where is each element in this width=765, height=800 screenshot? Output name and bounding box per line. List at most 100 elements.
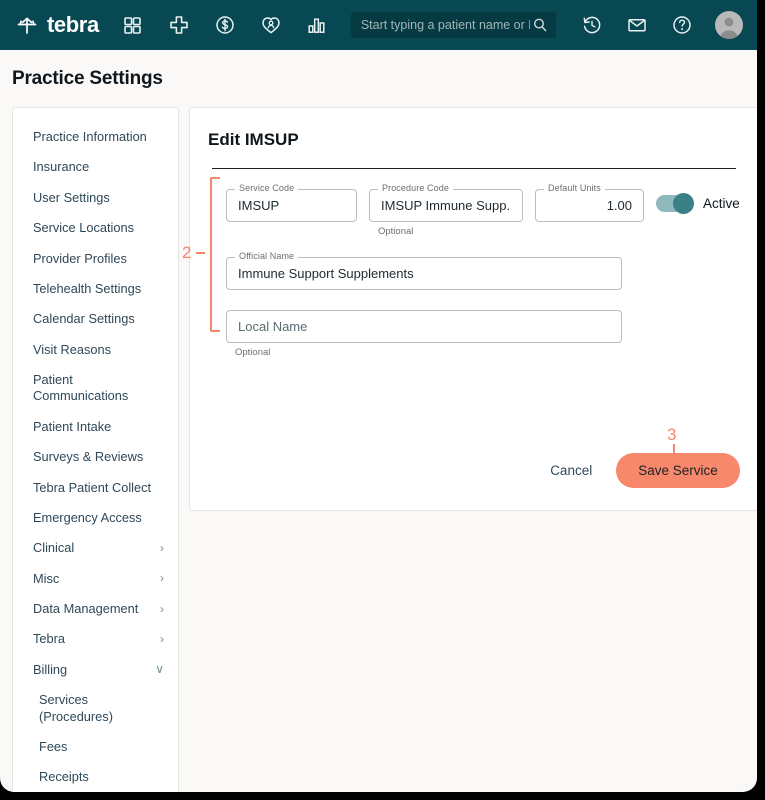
form-actions: Cancel Save Service (548, 453, 740, 488)
sidebar-item-label: Misc (33, 570, 60, 586)
apps-grid-icon[interactable] (121, 13, 145, 37)
annotation-3-leader (673, 444, 675, 461)
service-code-input[interactable] (236, 197, 347, 214)
top-navigation-bar: tebra (0, 0, 757, 50)
official-name-row: Official Name (226, 252, 740, 290)
official-name-input[interactable] (236, 265, 612, 282)
procedure-code-input[interactable] (379, 197, 513, 214)
chevron-down-icon[interactable]: ∨ (155, 662, 164, 677)
sidebar-item-label: Clinical (33, 540, 75, 556)
service-code-label: Service Code (235, 184, 299, 193)
save-service-button[interactable]: Save Service (616, 453, 740, 488)
patient-heart-icon[interactable] (259, 13, 283, 37)
sidebar-item-fees[interactable]: Fees (13, 732, 178, 762)
local-name-field: Optional (226, 310, 740, 358)
annotation-3-number: 3 (667, 425, 677, 444)
sidebar-item-patient-intake[interactable]: Patient Intake (13, 412, 178, 442)
brand-name: tebra (47, 12, 99, 37)
tebra-leaf-icon (14, 12, 40, 38)
bar-chart-icon[interactable] (305, 13, 329, 37)
help-circle-icon[interactable] (670, 13, 694, 37)
procedure-code-input-box[interactable]: Procedure Code (369, 184, 523, 222)
official-name-input-box[interactable]: Official Name (226, 252, 622, 290)
sidebar-item-emergency-access[interactable]: Emergency Access (13, 503, 178, 533)
procedure-code-hint: Optional (378, 226, 414, 237)
annotation-2-leader (196, 252, 205, 254)
sidebar-item-user-settings[interactable]: User Settings (13, 183, 178, 213)
service-code-field: Service Code (226, 184, 357, 222)
sidebar-item-service-locations[interactable]: Service Locations (13, 213, 178, 243)
toggle-knob (673, 193, 694, 214)
sidebar-item-billing[interactable]: Billing ∨ (13, 655, 178, 685)
brand-logo[interactable]: tebra (14, 12, 99, 38)
default-units-field: Default Units (535, 184, 644, 222)
procedure-code-field: Procedure Code Optional (369, 184, 523, 237)
chevron-right-icon[interactable]: › (160, 541, 164, 556)
sidebar-item-tebra[interactable]: Tebra › (13, 624, 178, 654)
official-name-field: Official Name (226, 252, 740, 290)
edit-service-panel: Edit IMSUP Service Code Procedure Code (189, 107, 757, 511)
sidebar-item-label: Services (Procedures) (39, 692, 113, 724)
plus-cross-icon[interactable] (167, 13, 191, 37)
sidebar-item-telehealth-settings[interactable]: Telehealth Settings (13, 274, 178, 304)
official-name-label: Official Name (235, 252, 299, 261)
chevron-right-icon[interactable]: › (160, 602, 164, 617)
default-units-input[interactable] (545, 197, 634, 214)
sidebar-item-label: Telehealth Settings (33, 280, 142, 296)
screenshot-root: tebra Start typing a patient name or DOB… (0, 0, 765, 800)
local-name-row: Optional (226, 310, 740, 358)
local-name-input[interactable] (236, 318, 612, 335)
envelope-icon[interactable] (625, 13, 649, 37)
sidebar-item-visit-reasons[interactable]: Visit Reasons (13, 335, 178, 365)
sidebar-item-label: Visit Reasons (33, 341, 112, 357)
sidebar-item-label: Surveys & Reviews (33, 449, 144, 465)
sidebar-item-misc[interactable]: Misc › (13, 564, 178, 594)
avatar[interactable] (715, 11, 743, 39)
settings-sidebar: Practice Information Insurance User Settin… (12, 107, 179, 792)
patient-search-box[interactable] (350, 12, 556, 38)
history-clock-icon[interactable] (580, 13, 604, 37)
sidebar-item-label: Emergency Access (33, 509, 142, 525)
sidebar-item-clinical[interactable]: Clinical › (13, 533, 178, 563)
sidebar-item-practice-information[interactable]: Practice Information (13, 122, 178, 152)
annotation-2-bracket (210, 177, 220, 332)
sidebar-item-label: User Settings (33, 189, 110, 205)
default-units-label: Default Units (544, 184, 605, 193)
dollar-circle-icon[interactable] (213, 13, 237, 37)
page-body: Practice Information Insurance User Settin… (0, 90, 757, 792)
sidebar-item-label: Receipts (39, 769, 89, 785)
sidebar-item-services-procedures[interactable]: Services (Procedures) (13, 685, 178, 732)
chevron-right-icon[interactable]: › (160, 571, 164, 586)
sidebar-item-label: Tebra (33, 631, 66, 647)
cancel-button[interactable]: Cancel (548, 457, 594, 484)
sidebar-item-label: Patient Intake (33, 418, 112, 434)
sidebar-item-calendar-settings[interactable]: Calendar Settings (13, 304, 178, 334)
sidebar-item-tebra-patient-collect[interactable]: Tebra Patient Collect (13, 473, 178, 503)
right-icon-group (580, 11, 743, 39)
service-code-input-box[interactable]: Service Code (226, 184, 357, 222)
sidebar-item-surveys-reviews[interactable]: Surveys & Reviews (13, 442, 178, 472)
chevron-right-icon[interactable]: › (160, 632, 164, 647)
active-toggle[interactable] (656, 193, 694, 214)
default-units-input-box[interactable]: Default Units (535, 184, 644, 222)
title-divider (212, 168, 736, 169)
sidebar-item-provider-profiles[interactable]: Provider Profiles (13, 244, 178, 274)
sidebar-item-patient-communications[interactable]: Patient Communications (13, 365, 178, 412)
sidebar-item-label: Practice Information (33, 129, 147, 144)
sidebar-item-label: Provider Profiles (33, 250, 127, 266)
sidebar-item-receipts[interactable]: Receipts (13, 762, 178, 792)
sidebar-item-insurance[interactable]: Insurance (13, 152, 178, 182)
sidebar-item-data-management[interactable]: Data Management › (13, 594, 178, 624)
search-input[interactable] (358, 17, 532, 33)
sidebar-item-label: Service Locations (33, 220, 135, 236)
sidebar-item-label: Tebra Patient Collect (33, 479, 152, 495)
active-toggle-label: Active (703, 196, 740, 211)
search-icon[interactable] (532, 17, 548, 33)
sidebar-item-label: Fees (39, 738, 68, 754)
sidebar-item-label: Patient Communications (33, 372, 129, 404)
sidebar-item-label: Data Management (33, 601, 139, 616)
sidebar-item-label: Billing (33, 661, 68, 677)
local-name-hint: Optional (235, 347, 271, 358)
local-name-input-box[interactable] (226, 310, 622, 343)
page-title: Practice Settings (12, 68, 163, 89)
